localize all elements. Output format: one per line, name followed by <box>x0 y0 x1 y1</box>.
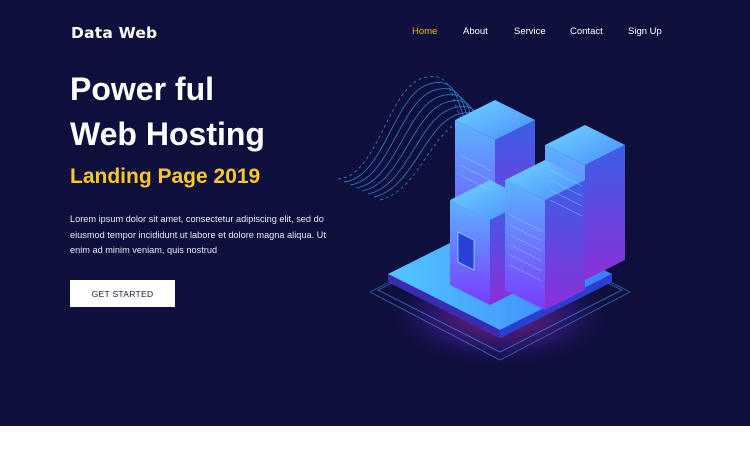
server-illustration <box>337 76 631 370</box>
server-rack-center <box>505 160 585 310</box>
hero-description: Lorem ipsum dolor sit amet, consectetur … <box>70 214 326 255</box>
page-bottom-strip <box>0 426 750 460</box>
nav-contact[interactable]: Contact <box>570 26 603 37</box>
nav-home[interactable]: Home <box>412 26 437 37</box>
hero-section: Data Web Home About Service Contact Sign… <box>0 0 750 426</box>
hero-title-line-1: Power ful <box>70 71 215 107</box>
hero-subtitle: Landing Page 2019 <box>70 165 261 188</box>
main-nav: Home About Service Contact Sign Up <box>0 26 750 40</box>
hero-title-line-2: Web Hosting <box>70 116 265 152</box>
get-started-button[interactable]: GET STARTED <box>70 280 175 307</box>
nav-sign-up[interactable]: Sign Up <box>628 26 662 37</box>
nav-about[interactable]: About <box>463 26 488 37</box>
nav-service[interactable]: Service <box>514 26 546 37</box>
